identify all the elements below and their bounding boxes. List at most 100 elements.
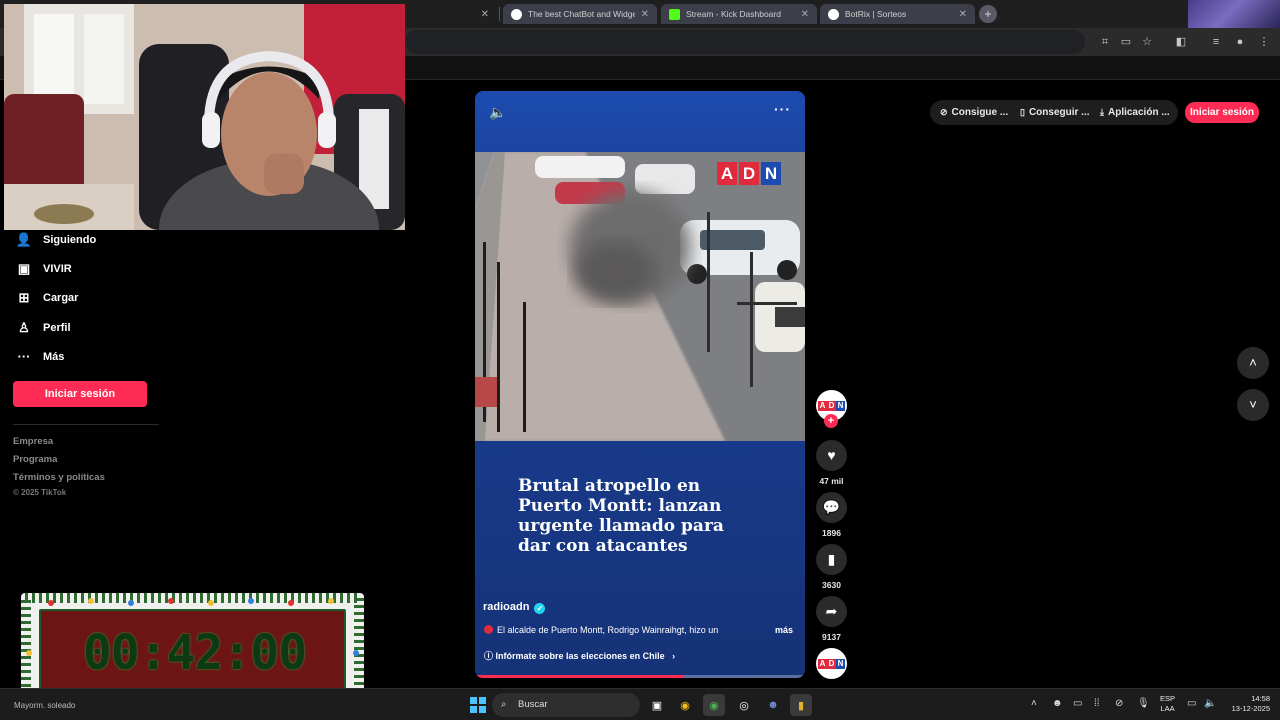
clock-time: 14:58 — [1251, 694, 1270, 703]
street-scene-image — [475, 152, 805, 441]
tab-chatbot[interactable]: The best ChatBot and Widgets ✕ — [503, 4, 657, 24]
headline-line: Brutal atropello en — [518, 476, 701, 496]
share-icon: ➦ — [825, 603, 838, 619]
tray-network-icon[interactable]: ⊘ — [1115, 698, 1123, 709]
tab-botrix[interactable]: BotRix | Sorteos ✕ — [820, 4, 975, 24]
video-player[interactable]: 🔈 ··· A D N Brutal atropello en Puerto M… — [475, 91, 805, 678]
task-view-icon[interactable]: ▣ — [646, 694, 668, 716]
sidebar-item-profile[interactable]: ♙ Perfil — [14, 320, 71, 336]
like-button[interactable]: ♥ — [816, 440, 847, 471]
search-label: Buscar — [518, 699, 548, 710]
bookmark-star-icon[interactable]: ☆ — [1139, 34, 1155, 50]
headline-line: dar con atacantes — [518, 536, 688, 556]
desktop-app-link[interactable]: ⤓ Aplicación ... — [1100, 101, 1170, 124]
desktop-app-label: Aplicación ... — [1107, 107, 1170, 118]
profile-avatar-icon[interactable]: ● — [1232, 34, 1248, 50]
share-count: 9137 — [822, 632, 841, 642]
election-info-link[interactable]: ⓘ Infórmate sobre las elecciones en Chil… — [484, 649, 675, 662]
obs-icon[interactable]: ◎ — [733, 694, 755, 716]
language-indicator[interactable]: ESP LAA — [1160, 694, 1175, 714]
like-count: 47 mil — [819, 476, 844, 486]
author-name[interactable]: radioadn ✓ — [483, 601, 546, 614]
profile-art — [1188, 0, 1280, 28]
translate-icon[interactable]: ⌗ — [1097, 34, 1113, 50]
tray-monitor-icon[interactable]: ▭ — [1187, 698, 1196, 709]
video-frame: A D N — [475, 152, 805, 441]
more-link[interactable]: más — [775, 625, 793, 635]
media-controls-icon[interactable]: ≡ — [1208, 34, 1224, 50]
sidebar-item-live[interactable]: ▣ VIVIR — [14, 261, 72, 277]
tab-kick-dashboard[interactable]: Stream - Kick Dashboard ✕ — [661, 4, 817, 24]
start-button[interactable] — [467, 694, 489, 716]
tab-previous[interactable]: ✕ — [405, 4, 497, 24]
sound-avatar[interactable]: A D N — [816, 648, 847, 679]
windows-taskbar: Mayorm. soleado ⌕ Buscar ▣ ◉ ◉ ◎ ☻ ▮ ˄ ☻… — [0, 688, 1280, 720]
volume-icon[interactable]: 🔈 — [489, 104, 506, 121]
sidebar-item-upload[interactable]: ⊞ Cargar — [14, 290, 79, 306]
kick-favicon-icon — [669, 8, 680, 20]
tray-overflow-icon[interactable]: ˄ — [1031, 698, 1037, 709]
layout-code: LAA — [1160, 704, 1175, 713]
tray-grid-icon[interactable]: ⁞⁞ — [1094, 698, 1100, 709]
download-icon: ⤓ — [1100, 107, 1104, 117]
profile-icon: ♙ — [18, 320, 30, 335]
video-options-icon[interactable]: ··· — [774, 101, 791, 117]
follow-plus-button[interactable]: + — [824, 414, 838, 428]
tray-volume-icon[interactable]: 🔈 — [1204, 698, 1216, 709]
windows-logo-icon — [470, 697, 486, 713]
share-button[interactable]: ➦ — [816, 596, 847, 627]
sidebar-item-more[interactable]: ··· Más — [14, 349, 65, 364]
chrome-active-icon[interactable]: ◉ — [703, 694, 725, 716]
headline-line: Puerto Montt: lanzan — [518, 496, 722, 516]
timer-display: 00:42:00 — [82, 625, 307, 681]
phone-icon: ▯ — [1020, 107, 1025, 117]
comment-button[interactable]: 💬 — [816, 492, 847, 523]
footer-link-company[interactable]: Empresa — [13, 436, 53, 447]
tab-label: BotRix | Sorteos — [845, 9, 907, 19]
address-bar[interactable] — [405, 30, 1085, 54]
heart-icon: ♥ — [827, 447, 836, 463]
sidebar-item-following[interactable]: 👤 Siguiendo — [14, 232, 96, 248]
language-code: ESP — [1160, 694, 1176, 703]
close-tab-icon[interactable]: ✕ — [801, 9, 809, 20]
save-button[interactable]: ▮ — [816, 544, 847, 575]
next-video-button[interactable]: ˅ — [1237, 389, 1269, 421]
avatar-letter: D — [827, 400, 836, 411]
browser-menu-icon[interactable]: ⋮ — [1256, 34, 1272, 50]
footer-link-terms[interactable]: Términos y políticas — [13, 472, 105, 483]
tray-discord-icon[interactable]: ☻ — [1052, 698, 1063, 709]
app-active-icon[interactable]: ▮ — [790, 694, 812, 716]
header-login-button[interactable]: Iniciar sesión — [1185, 102, 1259, 123]
weather-widget[interactable]: Mayorm. soleado — [14, 701, 75, 710]
get-app-link[interactable]: ▯ Conseguir ... — [1020, 101, 1090, 124]
close-tab-icon[interactable]: ✕ — [481, 9, 489, 20]
chrome-icon[interactable]: ◉ — [674, 694, 696, 716]
chevron-down-icon: ˅ — [1249, 397, 1257, 412]
tab-label: The best ChatBot and Widgets — [528, 9, 635, 19]
sidebar-divider — [13, 424, 159, 425]
coins-icon: ⊘ — [940, 107, 948, 117]
new-tab-button[interactable]: + — [979, 5, 997, 23]
discord-icon[interactable]: ☻ — [762, 694, 784, 716]
sidebar-item-label: VIVIR — [43, 263, 72, 275]
cast-icon[interactable]: ▭ — [1118, 34, 1134, 50]
chevron-up-icon: ˄ — [1249, 355, 1257, 370]
extensions-icon[interactable]: ◧ — [1173, 34, 1189, 50]
taskbar-search[interactable]: ⌕ Buscar — [492, 693, 640, 717]
avatar-logo: A D N — [818, 400, 845, 411]
sidebar-item-label: Perfil — [43, 322, 71, 334]
get-coins-link[interactable]: ⊘ Consigue ... — [940, 101, 1008, 124]
close-tab-icon[interactable]: ✕ — [641, 9, 649, 20]
video-progress-bar[interactable] — [475, 675, 805, 678]
footer-link-program[interactable]: Programa — [13, 454, 57, 465]
sidebar-login-button[interactable]: Iniciar sesión — [13, 381, 147, 407]
tray-display-icon[interactable]: ▭ — [1073, 698, 1082, 709]
get-coins-label: Consigue ... — [951, 107, 1009, 118]
red-dot-icon — [484, 625, 493, 634]
system-clock[interactable]: 14:58 13-12-2025 — [1222, 694, 1270, 714]
headline-line: urgente llamado para — [518, 516, 724, 536]
avatar-letter: D — [827, 658, 836, 669]
close-tab-icon[interactable]: ✕ — [959, 9, 967, 20]
previous-video-button[interactable]: ˄ — [1237, 347, 1269, 379]
tray-mic-icon[interactable]: 🎙 — [1137, 698, 1150, 709]
